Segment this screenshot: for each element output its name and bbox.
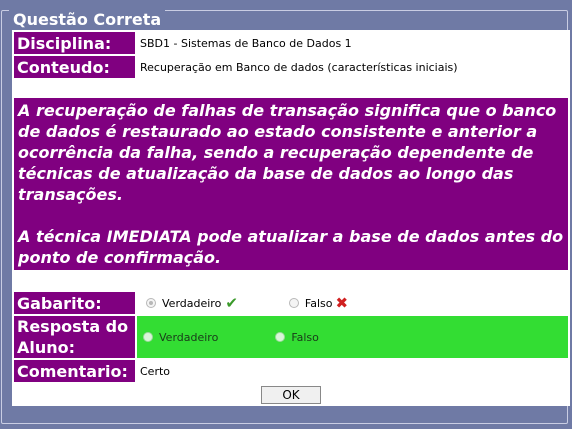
question-paragraph-2: A técnica IMEDIATA pode atualizar a base… <box>18 227 564 267</box>
gabarito-label: Gabarito: <box>12 290 137 316</box>
spacer-row <box>12 78 570 98</box>
gabarito-radio-falso[interactable] <box>288 298 299 308</box>
conteudo-label: Conteudo: <box>12 54 137 80</box>
gabarito-radio-verdadeiro[interactable] <box>146 298 156 308</box>
check-icon: ✔ <box>225 294 238 312</box>
resposta-option-falso: Falso <box>291 330 319 344</box>
resposta-label: Resposta do Aluno: <box>12 314 137 360</box>
question-text: A recuperação de falhas de transação sig… <box>12 96 570 272</box>
disciplina-value: SBD1 - Sistemas de Banco de Dados 1 <box>135 30 570 56</box>
gabarito-option-verdadeiro: Verdadeiro <box>162 296 222 310</box>
question-table: Disciplina: SBD1 - Sistemas de Banco de … <box>12 30 570 406</box>
resposta-option-verdadeiro: Verdadeiro <box>159 330 219 344</box>
ok-button[interactable]: OK <box>261 386 321 404</box>
cross-icon: ✖ <box>335 294 349 312</box>
resposta-radio-falso[interactable] <box>275 332 286 343</box>
resposta-options: Verdadeiro Falso <box>135 314 570 360</box>
question-paragraph-1: A recuperação de falhas de transação sig… <box>18 101 557 204</box>
comentario-value: Certo <box>135 358 570 384</box>
panel-title: Questão Correta <box>9 10 166 30</box>
disciplina-label: Disciplina: <box>12 30 137 56</box>
resposta-radio-verdadeiro[interactable] <box>143 332 153 343</box>
spacer-row <box>12 270 570 292</box>
button-row: OK <box>12 382 570 406</box>
conteudo-value: Recuperação em Banco de dados (caracterí… <box>135 54 570 80</box>
gabarito-options: Verdadeiro ✔ Falso ✖ <box>135 290 570 316</box>
comentario-label: Comentario: <box>12 358 137 384</box>
gabarito-option-falso: Falso <box>304 296 333 310</box>
